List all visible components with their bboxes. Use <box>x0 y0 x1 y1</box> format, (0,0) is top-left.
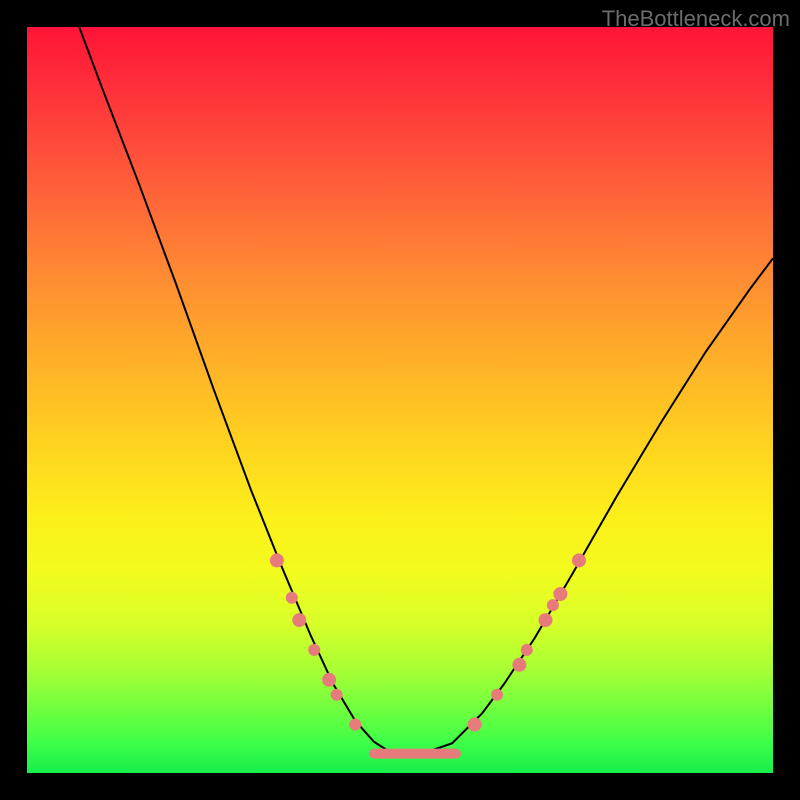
data-marker <box>286 592 298 604</box>
data-marker <box>270 553 284 567</box>
watermark-text: TheBottleneck.com <box>602 6 790 32</box>
data-marker <box>491 689 503 701</box>
chart-overlay <box>27 27 773 773</box>
bottleneck-curve <box>79 27 773 754</box>
data-marker <box>349 719 361 731</box>
data-marker <box>322 673 336 687</box>
data-marker <box>468 718 482 732</box>
data-marker <box>539 613 553 627</box>
data-markers <box>270 553 586 731</box>
data-marker <box>553 587 567 601</box>
chart-frame: TheBottleneck.com <box>0 0 800 800</box>
data-marker <box>292 613 306 627</box>
data-marker <box>572 553 586 567</box>
data-marker <box>521 644 533 656</box>
data-marker <box>308 644 320 656</box>
data-marker <box>512 658 526 672</box>
data-marker <box>331 689 343 701</box>
data-marker <box>547 599 559 611</box>
